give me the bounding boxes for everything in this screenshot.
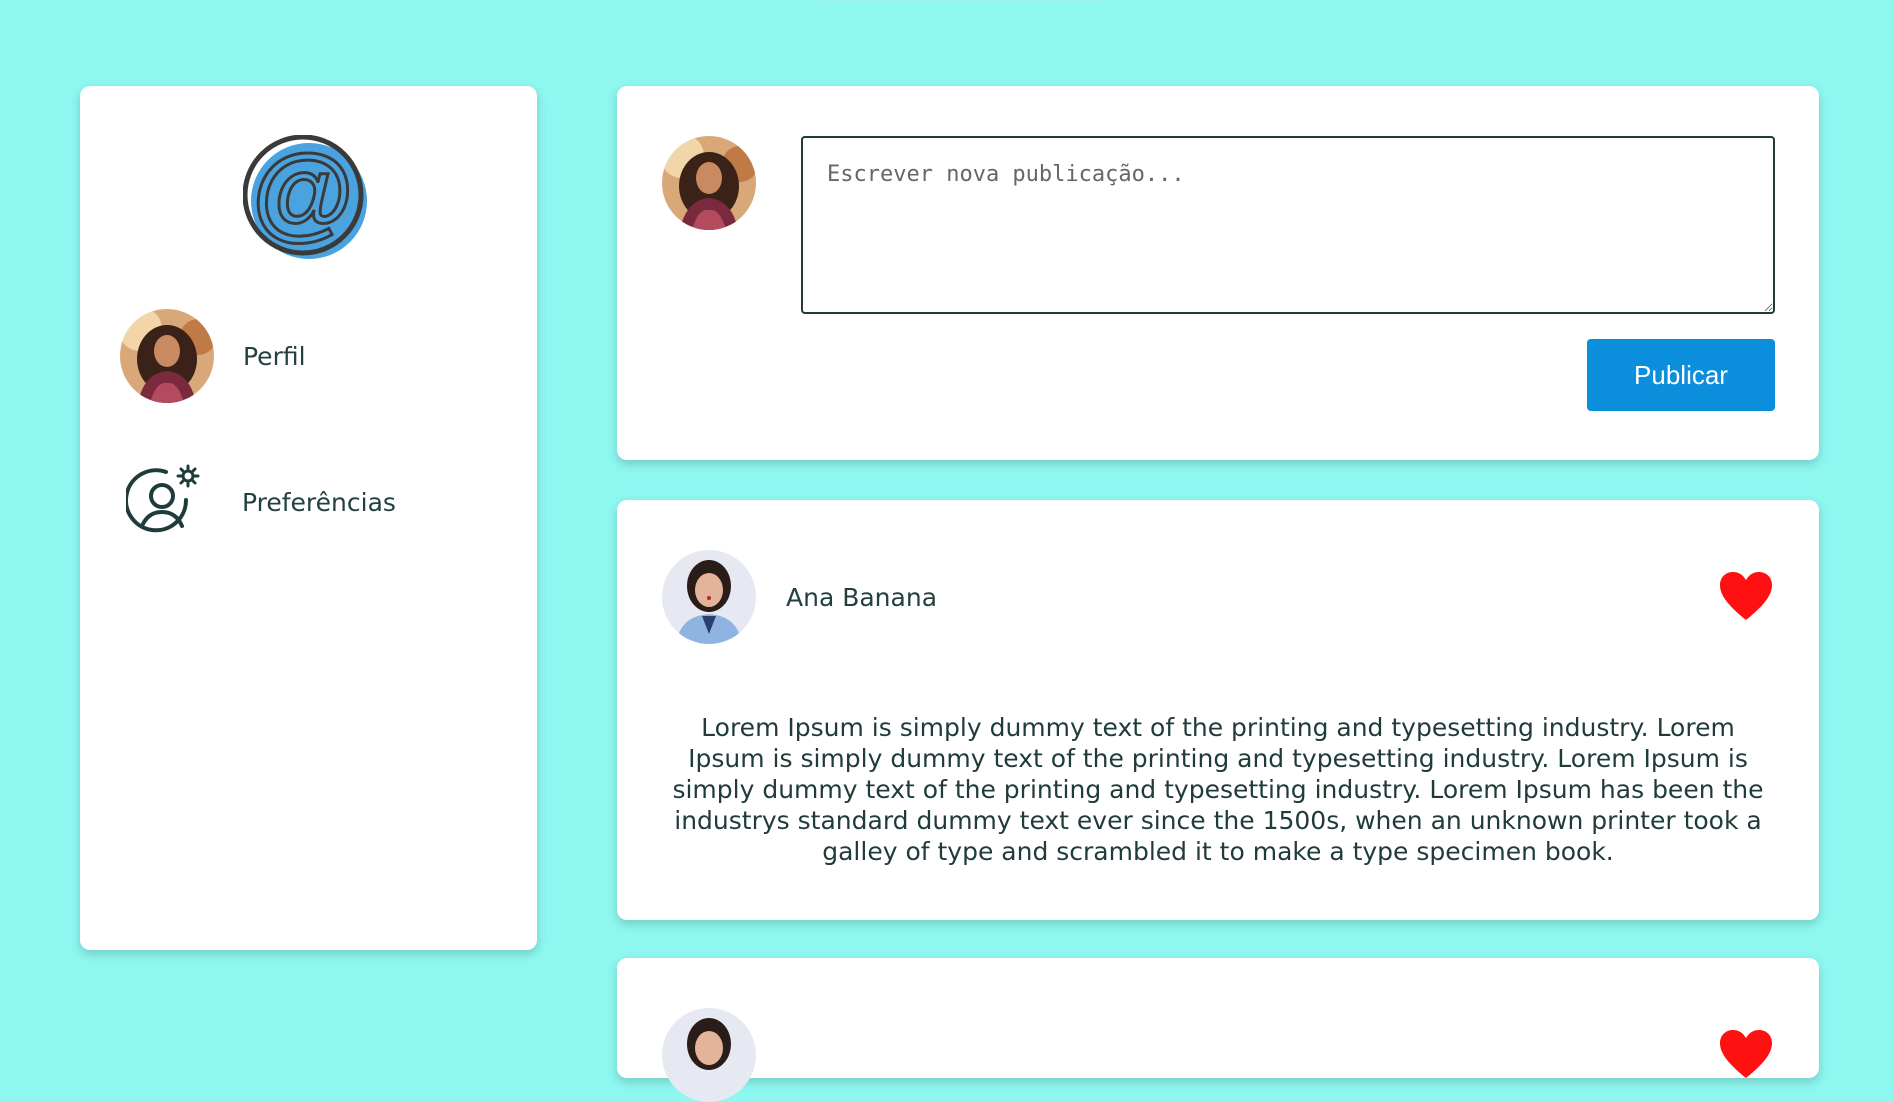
post-text: Lorem Ipsum is simply dummy text of the …	[672, 713, 1764, 866]
publish-button[interactable]: Publicar	[1587, 339, 1775, 411]
post-author: Ana Banana	[786, 582, 938, 612]
heart-icon[interactable]	[1718, 1028, 1774, 1080]
sidebar-item-label: Preferências	[242, 487, 396, 517]
at-sign-logo: @	[242, 133, 371, 263]
sidebar-item-preferencias[interactable]: Preferências	[124, 464, 396, 540]
post-card: Ana Banana Lorem Ipsum is simply dummy t…	[617, 500, 1819, 920]
post-header: Ana Banana	[662, 550, 1774, 644]
top-tab	[820, 0, 1100, 2]
new-post-composer: Publicar	[617, 86, 1819, 460]
avatar	[662, 136, 756, 230]
svg-text:@: @	[252, 135, 353, 250]
author-avatar	[662, 1008, 756, 1102]
sidebar-item-label: Perfil	[243, 341, 306, 371]
heart-icon[interactable]	[1718, 570, 1774, 622]
sidebar-item-perfil[interactable]: Perfil	[120, 309, 306, 403]
user-settings-icon	[124, 464, 202, 540]
avatar	[120, 309, 214, 403]
author-avatar	[662, 550, 756, 644]
sidebar: @ Perfil Preferências	[80, 86, 537, 950]
post-card	[617, 958, 1819, 1102]
new-post-input[interactable]	[801, 136, 1775, 314]
